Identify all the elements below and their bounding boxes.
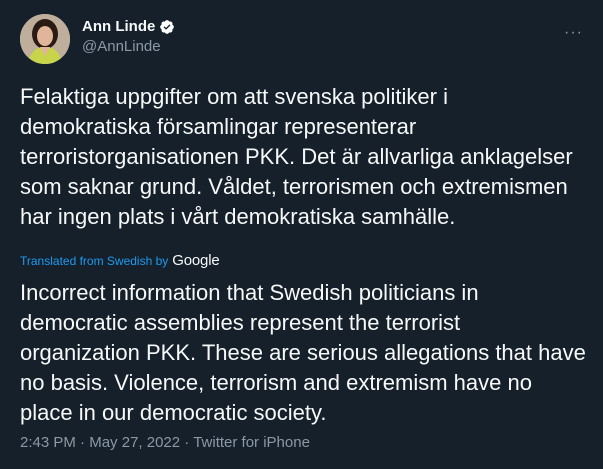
verified-badge-icon [159, 19, 175, 35]
tweet-date[interactable]: May 27, 2022 [89, 434, 180, 451]
user-info: Ann Linde @AnnLinde [82, 18, 175, 55]
avatar-portrait-icon [20, 14, 70, 64]
tweet-translated-text: Incorrect information that Swedish polit… [20, 280, 586, 425]
tweet-time[interactable]: 2:43 PM [20, 434, 76, 451]
tweet-source[interactable]: Twitter for iPhone [193, 434, 310, 451]
translated-from-label[interactable]: Translated from Swedish by [20, 254, 168, 268]
meta-separator: · [180, 434, 194, 451]
tweet-metadata: 2:43 PM · May 27, 2022 · Twitter for iPh… [20, 434, 310, 451]
meta-separator: · [75, 434, 90, 451]
avatar[interactable] [20, 14, 70, 64]
name-row: Ann Linde [82, 18, 175, 35]
user-handle[interactable]: @AnnLinde [82, 38, 175, 55]
tweet-original-text: Felaktiga uppgifter om att svenska polit… [20, 84, 573, 229]
more-options-button[interactable]: ··· [564, 24, 583, 42]
translation-attribution[interactable]: Translated from Swedish by Google [20, 252, 220, 269]
google-logo: Google [172, 252, 220, 269]
tweet-header: Ann Linde @AnnLinde ··· [20, 14, 583, 70]
tweet-card: Ann Linde @AnnLinde ··· Felaktiga uppgif… [0, 0, 603, 469]
display-name[interactable]: Ann Linde [82, 18, 155, 35]
